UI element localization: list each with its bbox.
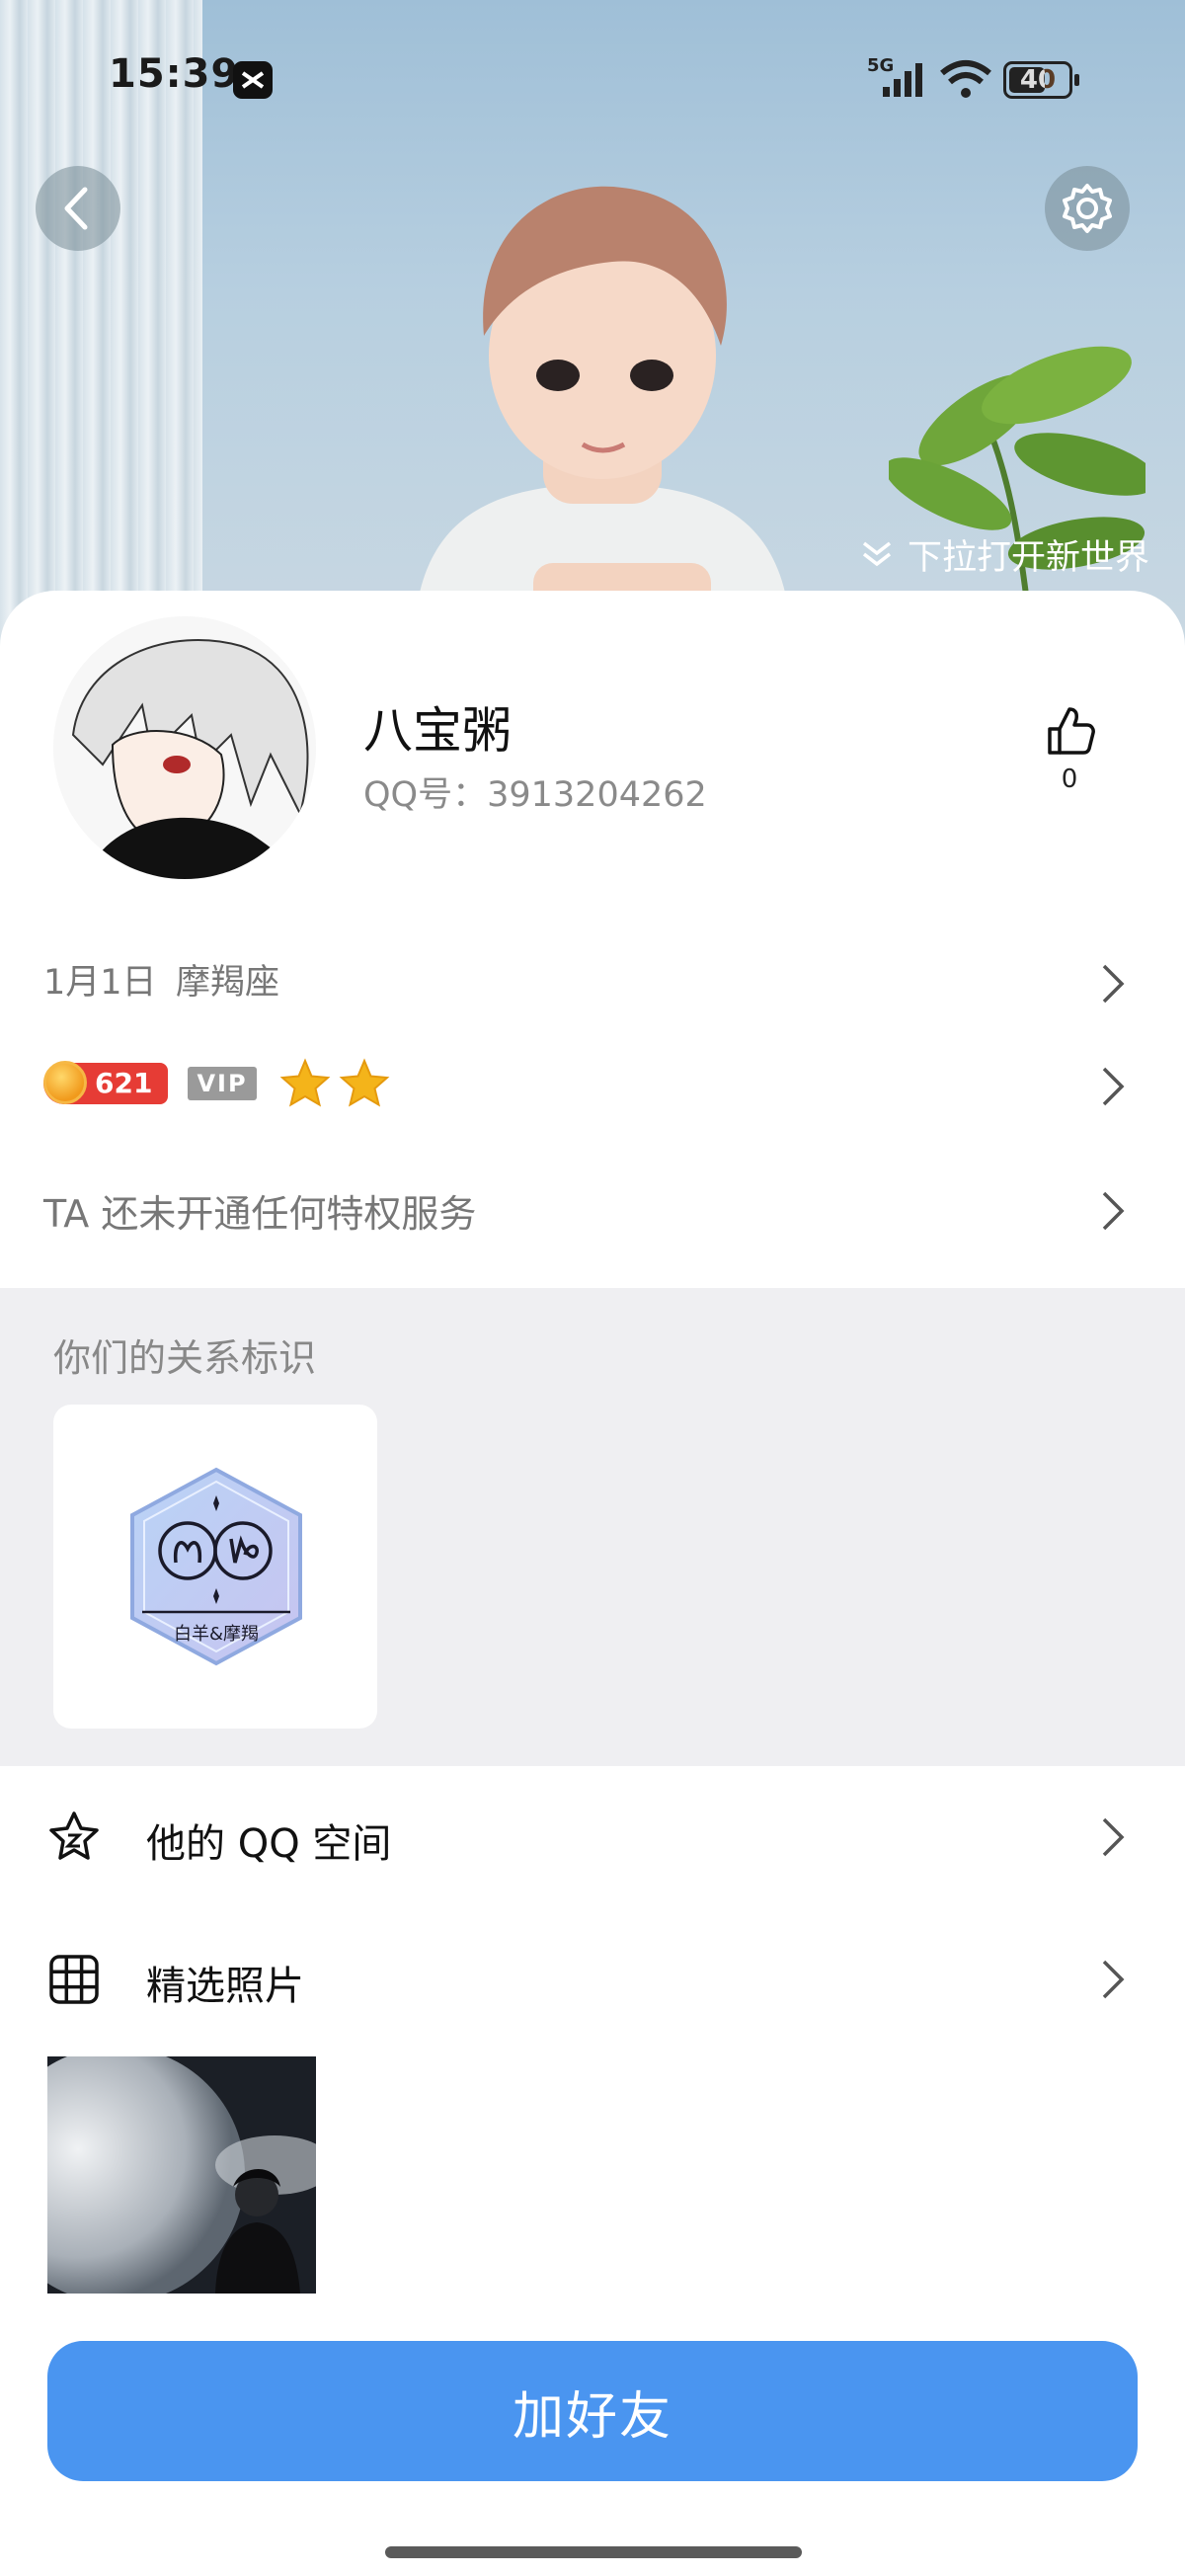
back-button[interactable] [36,166,120,251]
battery-icon: 40 [1003,61,1079,99]
3d-avatar-figure[interactable] [395,168,810,622]
settings-button[interactable] [1045,166,1130,251]
relationship-title: 你们的关系标识 [53,1336,317,1380]
nickname: 八宝粥 [363,702,512,760]
signal-icon [883,63,922,97]
level-number: 621 [95,1067,153,1099]
qzone-label: 他的 QQ 空间 [146,1821,392,1867]
birthday-text: 1月1日 [43,963,157,1003]
coin-icon [43,1061,87,1104]
pull-hint-text: 下拉打开新世界 [907,537,1149,578]
pull-down-hint[interactable]: 下拉打开新世界 [860,529,1149,579]
chevron-right-icon [1102,1067,1125,1106]
chevron-right-icon [1102,1960,1125,1999]
capcut-app-icon [233,61,273,99]
grid-icon [49,1955,99,2004]
avatar[interactable] [53,616,316,879]
qq-number: QQ号：3913204262 [363,775,707,815]
chevron-right-icon [1102,1191,1125,1231]
level-row[interactable] [0,1037,1185,1136]
thumbs-up-icon[interactable] [1042,703,1097,759]
like-count: 0 [1061,765,1078,794]
badge-label: 白羊&摩羯 [174,1624,259,1645]
battery-level: 40 [1019,65,1057,95]
qzone-star-icon [49,1811,99,1860]
double-chevron-down-icon [862,541,892,567]
star-icon [339,1058,390,1107]
add-friend-button[interactable]: 加好友 [47,2341,1138,2481]
qq-level-badge: 621 [43,1061,168,1104]
zodiac-text: 摩羯座 [176,963,280,1003]
status-bar: 15:39 5G 40 [0,0,1185,158]
chevron-right-icon [1102,964,1125,1004]
home-indicator[interactable] [385,2546,802,2558]
status-time: 15:39 [109,51,240,97]
privilege-text: TA 还未开通任何特权服务 [43,1192,477,1236]
zodiac-relationship-badge[interactable]: 白羊&摩羯 [124,1466,308,1667]
chevron-right-icon [1102,1817,1125,1857]
wifi-icon [940,60,991,98]
gear-icon [1063,184,1112,233]
featured-photo[interactable] [47,2056,316,2294]
photos-label: 精选照片 [146,1964,304,2009]
star-icon [279,1058,331,1107]
vip-badge: VIP [188,1067,257,1100]
chevron-left-icon [64,187,88,230]
